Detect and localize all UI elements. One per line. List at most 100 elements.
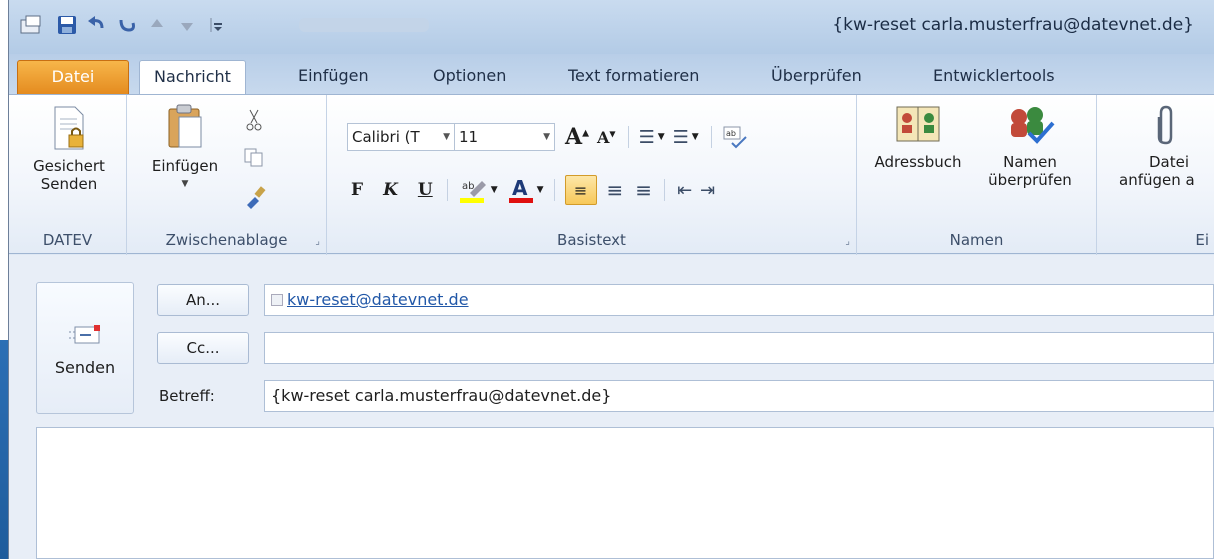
svg-text:ab: ab <box>726 129 736 138</box>
tab-datei[interactable]: Datei <box>17 60 129 98</box>
address-book-button[interactable]: Adressbuch <box>863 103 973 171</box>
tab-optionen[interactable]: Optionen <box>419 60 520 98</box>
clipboard-icon <box>168 104 202 148</box>
separator <box>446 179 448 201</box>
group-include: Datei anfügen a Ei <box>1097 95 1214 255</box>
highlight-icon[interactable]: ab <box>459 177 488 203</box>
svg-text:ab: ab <box>462 181 474 192</box>
arrow-down-icon[interactable] <box>175 13 199 37</box>
font-name-select[interactable]: Calibri (T ▼ <box>347 123 455 151</box>
check-names-icon <box>1011 107 1055 144</box>
outlook-compose-window: {kw-reset carla.musterfrau@datevnet.de} … <box>8 0 1214 559</box>
shrink-font-icon[interactable]: A▼ <box>597 128 616 147</box>
font-name-value: Calibri (T <box>352 128 420 146</box>
underline-button[interactable]: U <box>418 180 433 200</box>
font-color-dropdown-icon[interactable]: ▼ <box>537 185 544 195</box>
check-names-button[interactable]: Namen überprüfen <box>975 103 1085 189</box>
group-label-clipboard: Zwischenablage <box>165 231 288 249</box>
align-left-button[interactable]: ≡ <box>564 175 597 205</box>
group-label-names: Namen <box>949 231 1004 249</box>
tab-entwicklertools[interactable]: Entwicklertools <box>919 60 1069 98</box>
save-icon[interactable] <box>55 13 79 37</box>
separator <box>664 179 666 201</box>
paperclip-icon <box>1157 105 1173 145</box>
group-label-basic-text: Basistext <box>557 231 626 249</box>
paste-dropdown-arrow[interactable]: ▼ <box>145 175 225 193</box>
font-color-icon[interactable]: A <box>508 176 534 204</box>
tab-nachricht[interactable]: Nachricht <box>139 60 246 98</box>
quick-access-toolbar <box>19 12 235 38</box>
window-edge <box>0 0 8 559</box>
paste-button[interactable]: Einfügen ▼ <box>145 103 225 193</box>
to-button[interactable]: An... <box>157 284 249 316</box>
check-names-label-1: Namen <box>1003 153 1057 171</box>
bullet-list-icon[interactable]: ☰ <box>639 127 655 148</box>
attach-file-label-1: Datei <box>1149 153 1190 171</box>
address-book-label: Adressbuch <box>874 153 962 171</box>
tab-ueberpruefen[interactable]: Überprüfen <box>757 60 876 98</box>
recipient-icon <box>271 294 283 306</box>
font-size-select[interactable]: 11 ▼ <box>455 123 555 151</box>
secure-send-button[interactable]: Gesichert Senden <box>19 105 119 193</box>
message-body[interactable] <box>36 427 1214 559</box>
blurred-title-fragment <box>299 18 429 32</box>
bullet-list-dropdown-icon[interactable]: ▼ <box>658 132 665 142</box>
check-names-label-2: überprüfen <box>988 171 1072 189</box>
bold-button[interactable]: F <box>351 180 363 200</box>
separator <box>627 126 629 148</box>
font-size-dropdown-icon: ▼ <box>543 132 550 142</box>
svg-text:A: A <box>512 176 528 200</box>
group-label-include: Ei <box>1195 231 1209 249</box>
align-center-icon[interactable]: ≡ <box>607 178 624 202</box>
subject-label: Betreff: <box>159 387 215 405</box>
highlight-dropdown-icon[interactable]: ▼ <box>491 185 498 195</box>
arrow-up-icon[interactable] <box>145 13 169 37</box>
decrease-indent-icon[interactable]: ⇤ <box>677 180 692 201</box>
tab-einfuegen[interactable]: Einfügen <box>284 60 383 98</box>
to-recipient[interactable]: kw-reset@datevnet.de <box>287 290 469 309</box>
attach-file-label-2: anfügen a <box>1119 171 1195 189</box>
paste-label: Einfügen <box>151 157 219 175</box>
font-size-value: 11 <box>459 128 479 146</box>
customize-toolbar-icon[interactable] <box>205 13 229 37</box>
cc-field[interactable] <box>264 332 1214 364</box>
outlook-app-icon[interactable] <box>19 13 43 37</box>
ribbon: Gesichert Senden DATEV Einfügen ▼ Zwisch… <box>9 94 1214 255</box>
cut-icon[interactable] <box>245 109 263 131</box>
group-names: Adressbuch Namen überprüfen Namen <box>857 95 1097 255</box>
secure-document-icon <box>54 106 84 150</box>
cc-button[interactable]: Cc... <box>157 332 249 364</box>
send-envelope-icon <box>69 325 100 344</box>
undo-icon[interactable] <box>85 13 109 37</box>
copy-icon[interactable] <box>243 147 265 167</box>
separator <box>710 126 712 148</box>
spelling-icon[interactable]: ab <box>722 125 748 149</box>
send-button[interactable]: Senden <box>36 282 134 414</box>
format-row: F K U ab ▼ A ▼ ≡ ≡ ≡ ⇤ ⇥ <box>351 175 715 205</box>
separator <box>553 179 555 201</box>
address-book-icon <box>896 106 940 142</box>
attach-file-button[interactable]: Datei anfügen a <box>1107 103 1214 189</box>
tab-text-formatieren[interactable]: Text formatieren <box>554 60 713 98</box>
basic-text-dialog-launcher[interactable]: ⌟ <box>845 236 850 247</box>
increase-indent-icon[interactable]: ⇥ <box>700 180 715 201</box>
to-field[interactable]: kw-reset@datevnet.de <box>264 284 1214 316</box>
redo-icon[interactable] <box>115 13 139 37</box>
group-label-datev: DATEV <box>42 231 93 249</box>
subject-field[interactable]: {kw-reset carla.musterfrau@datevnet.de} <box>264 380 1214 412</box>
send-label: Senden <box>54 358 116 377</box>
title-bar: {kw-reset carla.musterfrau@datevnet.de} <box>9 0 1214 54</box>
align-right-icon[interactable]: ≡ <box>635 178 652 202</box>
secure-send-label-2: Senden <box>40 175 98 193</box>
font-row: Calibri (T ▼ 11 ▼ A▲ A▼ ☰ ▼ ☰ ▼ ab <box>347 123 748 151</box>
numbered-list-dropdown-icon[interactable]: ▼ <box>692 132 699 142</box>
numbered-list-icon[interactable]: ☰ <box>673 127 689 148</box>
grow-font-icon[interactable]: A▲ <box>565 124 589 150</box>
font-name-dropdown-icon: ▼ <box>443 132 450 142</box>
compose-area: Senden An... kw-reset@datevnet.de Cc... … <box>9 255 1214 559</box>
group-basic-text: Calibri (T ▼ 11 ▼ A▲ A▼ ☰ ▼ ☰ ▼ ab F K U… <box>327 95 857 255</box>
clipboard-dialog-launcher[interactable]: ⌟ <box>315 236 320 247</box>
format-painter-icon[interactable] <box>243 185 269 211</box>
window-title: {kw-reset carla.musterfrau@datevnet.de} <box>832 15 1194 35</box>
italic-button[interactable]: K <box>383 180 398 200</box>
